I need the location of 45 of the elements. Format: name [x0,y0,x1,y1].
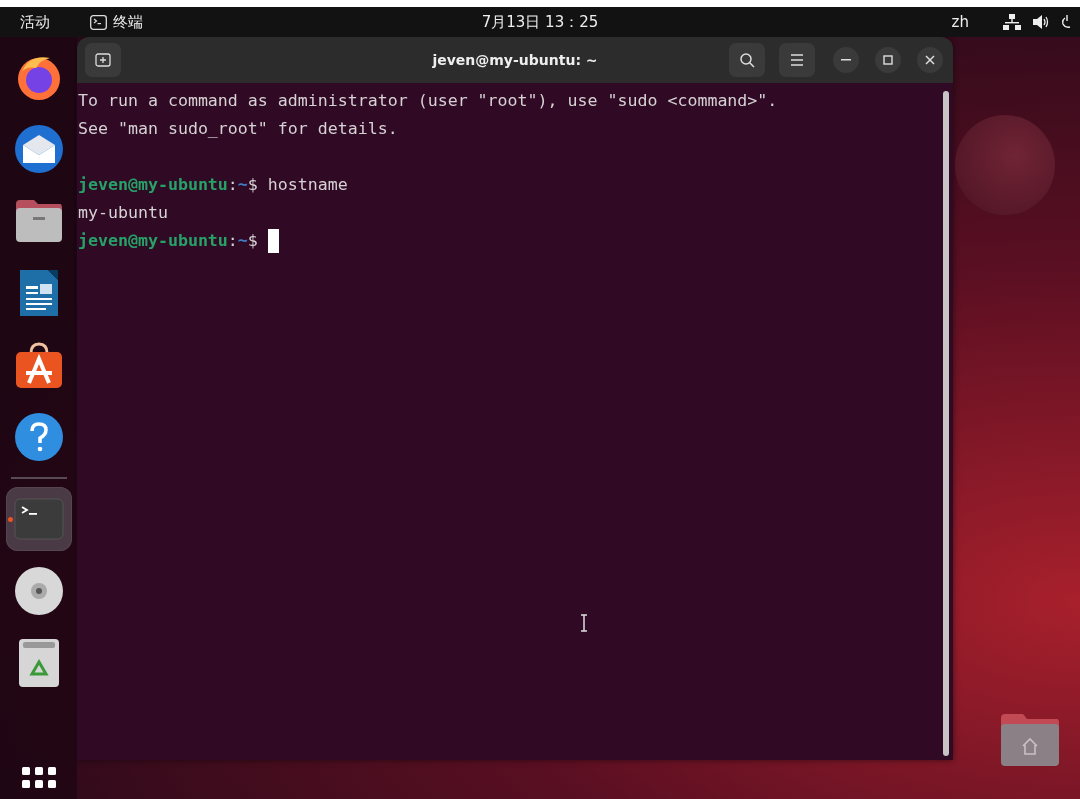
scrollbar[interactable] [943,91,949,756]
menu-icon [790,54,804,66]
search-icon [739,52,755,68]
command-text: hostname [267,174,348,196]
prompt-symbol: $ [247,174,258,196]
activities-button[interactable]: 活动 [20,12,50,32]
app-grid-icon[interactable] [22,767,56,789]
close-icon [925,55,935,65]
prompt-separator: : [227,230,238,252]
prompt-separator: : [227,174,238,196]
document-icon [17,268,60,318]
window-title: jeven@my-ubuntu: ~ [432,52,598,68]
output-line: To run a command as administrator (user "root"), use "sudo <command>". [78,90,778,112]
input-method-indicator[interactable]: zh [951,13,969,31]
maximize-icon [883,55,893,65]
recycle-bin-icon [17,638,60,688]
help-icon [13,412,64,462]
search-button[interactable] [729,43,765,77]
minimize-icon [841,59,851,61]
terminal-icon [90,14,107,30]
output-line: my-ubuntu [78,202,168,224]
mouse-cursor-icon [580,614,588,632]
prompt-path: ~ [237,174,248,196]
maximize-button[interactable] [875,47,901,73]
new-tab-button[interactable] [85,43,121,77]
power-icon[interactable] [1062,14,1072,30]
close-button[interactable] [917,47,943,73]
folder-icon [13,198,64,244]
folder-icon[interactable] [999,712,1061,768]
prompt-symbol: $ [247,230,258,252]
shopping-bag-icon [13,341,64,389]
disc-icon [13,566,64,616]
prompt-path: ~ [237,230,248,252]
minimize-button[interactable] [833,47,859,73]
menu-button[interactable] [779,43,815,77]
prompt-user: jeven@my-ubuntu [78,230,228,252]
clock[interactable]: 7月13日 13：25 [481,12,599,32]
prompt-user: jeven@my-ubuntu [78,174,228,196]
mail-icon [12,123,65,175]
app-menu[interactable]: 终端 [113,12,143,32]
output-line: See "man sudo_root" for details. [78,118,398,140]
new-tab-icon [95,52,111,68]
terminal-icon [13,498,64,540]
volume-icon[interactable] [1033,14,1050,30]
network-icon[interactable] [1003,14,1021,30]
